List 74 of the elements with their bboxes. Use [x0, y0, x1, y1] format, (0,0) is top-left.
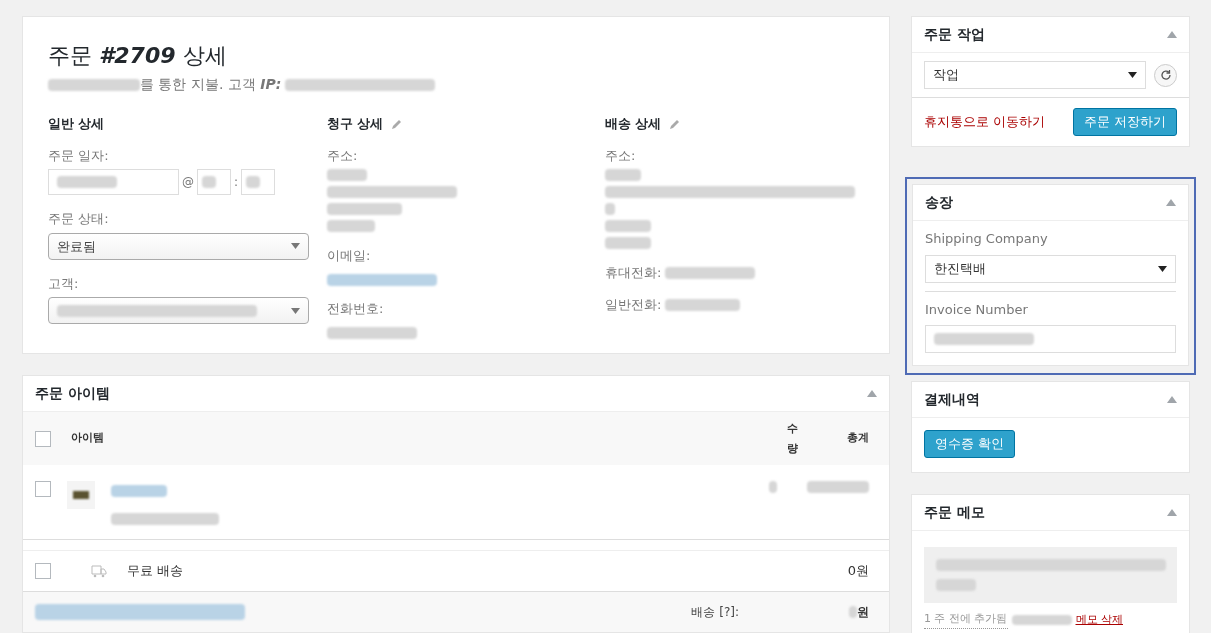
panel-title: 주문 아이템 [35, 384, 110, 403]
field-label: 주문 상태: [48, 210, 110, 229]
shipping-summary-value: 원 [857, 604, 870, 621]
product-thumbnail [67, 481, 95, 509]
action-select[interactable]: 작업 [924, 61, 1147, 89]
field-label: 고객: [48, 274, 80, 293]
customer-select[interactable] [48, 297, 309, 325]
collapse-icon[interactable] [1166, 199, 1176, 206]
pencil-icon[interactable] [391, 118, 403, 130]
order-title: 주문 #2709 상세 [48, 42, 228, 70]
caret-icon [1158, 265, 1167, 272]
shipping-name: 무료 배송 [127, 562, 185, 581]
pencil-icon[interactable] [669, 118, 681, 130]
refresh-icon [1159, 69, 1172, 81]
trash-link[interactable]: 휴지통으로 이동하기 [924, 112, 1045, 132]
blurred-text [57, 176, 117, 189]
blurred-text [605, 220, 651, 233]
collapse-icon[interactable] [1167, 31, 1177, 38]
panel-title: 주문 작업 [924, 25, 985, 44]
section-heading: 일반 상세 [48, 115, 106, 133]
delete-note-link[interactable]: 메모 삭제 [1075, 611, 1123, 628]
column-header: 아이템 [71, 430, 105, 447]
checkbox[interactable] [35, 481, 51, 497]
blurred-text [936, 579, 976, 591]
section-heading: 배송 상세 [605, 115, 662, 133]
collapse-icon[interactable] [1167, 509, 1177, 516]
shipping-company-select[interactable]: 한진택배 [925, 254, 1176, 283]
truck-icon [91, 564, 107, 578]
column-header: 총계 [846, 430, 870, 447]
blurred-text [246, 176, 261, 189]
date-field[interactable] [48, 169, 179, 196]
hour-field[interactable] [197, 169, 231, 196]
blurred-text [769, 481, 777, 493]
panel-title: 결제내역 [924, 390, 980, 409]
shipping-summary-label: 배송 [?]: [691, 604, 739, 621]
at-sign: @ [182, 174, 194, 192]
blurred-text [327, 169, 367, 182]
field-label: 전화번호: [327, 300, 385, 319]
blurred-text [202, 176, 216, 189]
collapse-icon[interactable] [867, 390, 877, 397]
panel-title: 송장 [925, 193, 953, 212]
section-heading: 청구 상세 [327, 115, 384, 133]
blurred-text [1011, 614, 1072, 625]
minute-field[interactable] [241, 169, 276, 196]
blurred-text [327, 220, 375, 233]
blurred-text [849, 606, 857, 618]
column-header: 수량 [787, 420, 797, 457]
caret-icon [291, 243, 300, 250]
shipping-total: 0원 [847, 562, 870, 581]
field-label: Shipping Company [925, 230, 1049, 248]
invoice-number-field[interactable] [925, 325, 1176, 353]
status-select[interactable]: 완료됨 [48, 232, 309, 260]
blurred-text [807, 481, 869, 493]
field-label: 주소: [327, 146, 359, 165]
panel-title: 주문 메모 [924, 503, 985, 522]
field-label: Invoice Number [925, 300, 1029, 319]
field-label: 주소: [605, 146, 637, 165]
checkbox[interactable] [35, 430, 51, 447]
refresh-button[interactable] [1154, 63, 1177, 87]
blurred-text [605, 203, 615, 216]
time-separator: : [234, 174, 239, 192]
collapse-icon[interactable] [1167, 396, 1177, 403]
note-meta: 1 주 전에 추가됨 [924, 611, 1008, 629]
blurred-text [111, 485, 167, 497]
blurred-text [605, 169, 641, 182]
field-label: 이메일: [327, 247, 372, 266]
checkbox[interactable] [35, 563, 51, 579]
blurred-text [605, 237, 651, 250]
caret-icon [291, 307, 300, 314]
payment-info: 를 통한 지불. 고객 IP: [140, 75, 282, 94]
field-label: 휴대전화: [605, 264, 662, 283]
field-label: 주문 일자: [48, 146, 110, 165]
caret-icon [1128, 72, 1138, 78]
field-label: 일반전화: [605, 295, 662, 314]
